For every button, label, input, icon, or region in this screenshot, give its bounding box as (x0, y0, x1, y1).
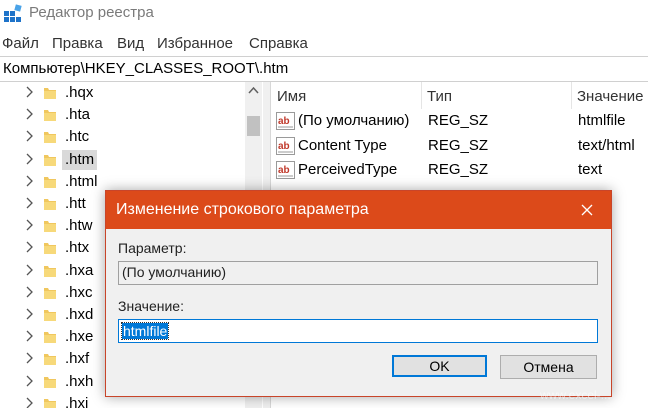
chevron-right-icon[interactable] (24, 85, 36, 99)
edit-string-dialog: Изменение строкового параметра Параметр:… (105, 190, 612, 397)
column-header-name[interactable]: Имя (271, 82, 422, 109)
value-label: Значение: (118, 298, 184, 314)
address-bar[interactable]: Компьютер\HKEY_CLASSES_ROOT\.htm (0, 56, 648, 82)
tree-item[interactable]: .htm (0, 149, 245, 171)
tree-item-label: .hta (65, 106, 91, 124)
folder-icon (44, 199, 56, 210)
tree-item-label: .hqx (65, 84, 94, 101)
value-row[interactable]: ab Content Type REG_SZ text/html (271, 135, 648, 159)
tree-item-label: .hxh (65, 372, 94, 390)
scrollbar-thumb[interactable] (247, 116, 260, 136)
folder-icon (44, 154, 56, 166)
column-header-type[interactable]: Тип (421, 82, 572, 109)
param-name-value: (По умолчанию) (122, 264, 227, 280)
folder-icon (44, 110, 56, 122)
string-value-icon: ab (276, 112, 295, 130)
chevron-right-icon[interactable] (24, 240, 36, 254)
param-label: Параметр: (118, 240, 187, 256)
registry-editor-icon (4, 4, 22, 22)
column-type-label: Тип (427, 88, 453, 105)
chevron-right-icon[interactable] (24, 285, 36, 299)
svg-text:ab: ab (278, 116, 290, 127)
value-type: REG_SZ (428, 136, 489, 154)
chevron-right-icon[interactable] (24, 196, 36, 210)
folder-icon (44, 243, 56, 255)
ok-button[interactable]: OK (392, 355, 487, 377)
param-name-field: (По умолчанию) (118, 261, 598, 285)
value-data: text (578, 161, 603, 178)
folder-icon (44, 376, 56, 388)
value-type: REG_SZ (428, 161, 489, 178)
tree-item-label: .htw (65, 217, 93, 235)
tree-item[interactable]: .hta (0, 104, 245, 126)
menu-favorites[interactable]: Избранное (157, 35, 233, 52)
value-name: Content Type (298, 136, 387, 154)
chevron-right-icon[interactable] (24, 263, 36, 277)
watermark: www.excel-... (540, 388, 611, 402)
column-data-label: Значение (577, 88, 644, 105)
tree-item[interactable]: .htc (0, 126, 245, 148)
chevron-right-icon[interactable] (24, 107, 36, 121)
column-header-data[interactable]: Значение (571, 82, 648, 109)
svg-text:ab: ab (278, 141, 290, 152)
chevron-right-icon[interactable] (24, 329, 36, 343)
tree-item-label: .hxd (65, 306, 94, 323)
close-icon[interactable] (576, 199, 598, 221)
value-name: (По умолчанию) (298, 112, 410, 129)
chevron-right-icon[interactable] (24, 396, 36, 408)
value-row[interactable]: ab (По умолчанию) REG_SZ htmlfile (271, 110, 648, 134)
folder-icon (44, 221, 56, 233)
address-path[interactable]: Компьютер\HKEY_CLASSES_ROOT\.htm (3, 60, 288, 77)
tree-item-label: .hxf (65, 350, 90, 368)
chevron-right-icon[interactable] (24, 307, 36, 321)
chevron-right-icon[interactable] (24, 351, 36, 365)
chevron-right-icon[interactable] (24, 374, 36, 388)
value-input-text[interactable]: htmlfile (120, 322, 170, 340)
menu-bar: Файл Правка Вид Избранное Справка (0, 32, 648, 54)
column-name-label: Имя (277, 88, 307, 105)
tree-item-label: .hxc (65, 283, 93, 301)
tree-item-label: .hxi (65, 394, 89, 408)
folder-icon (44, 398, 56, 408)
folder-icon (44, 88, 56, 99)
menu-view[interactable]: Вид (117, 35, 144, 52)
value-data: text/html (578, 136, 635, 154)
menu-file[interactable]: Файл (2, 35, 39, 52)
dialog-title: Изменение строкового параметра (116, 201, 369, 218)
chevron-right-icon[interactable] (24, 174, 36, 188)
title-bar: Редактор реестра (0, 0, 648, 28)
menu-help[interactable]: Справка (249, 35, 308, 52)
chevron-right-icon[interactable] (24, 152, 36, 166)
tree-item-label: .html (65, 172, 98, 190)
value-row[interactable]: ab PerceivedType REG_SZ text (271, 159, 648, 183)
window-title: Редактор реестра (29, 4, 154, 21)
value-type: REG_SZ (428, 112, 489, 129)
folder-icon (44, 287, 56, 299)
value-input[interactable]: htmlfile (118, 319, 598, 343)
scroll-up-icon[interactable] (245, 82, 262, 99)
value-name: PerceivedType (298, 161, 398, 178)
dialog-title-bar[interactable]: Изменение строкового параметра (106, 191, 611, 229)
folder-icon (44, 332, 56, 344)
string-value-icon: ab (276, 161, 295, 179)
tree-item[interactable]: .hqx (0, 82, 245, 104)
tree-item-label: .hxe (65, 328, 94, 346)
folder-icon (44, 310, 56, 321)
cancel-button[interactable]: Отмена (500, 355, 597, 379)
value-data: htmlfile (578, 112, 626, 129)
svg-text:ab: ab (278, 165, 290, 176)
chevron-right-icon[interactable] (24, 218, 36, 232)
tree-item-label: .htt (65, 195, 86, 212)
tree-item-label: .hxa (65, 261, 94, 279)
chevron-right-icon[interactable] (24, 129, 36, 143)
folder-icon (44, 265, 56, 277)
tree-item-label: .htm (62, 149, 98, 170)
folder-icon (44, 132, 56, 144)
tree-item-label: .htc (65, 128, 90, 146)
string-value-icon: ab (276, 136, 295, 155)
menu-edit[interactable]: Правка (52, 35, 103, 52)
tree-item-label: .htx (65, 239, 90, 257)
folder-icon (44, 354, 56, 366)
folder-icon (44, 176, 56, 188)
